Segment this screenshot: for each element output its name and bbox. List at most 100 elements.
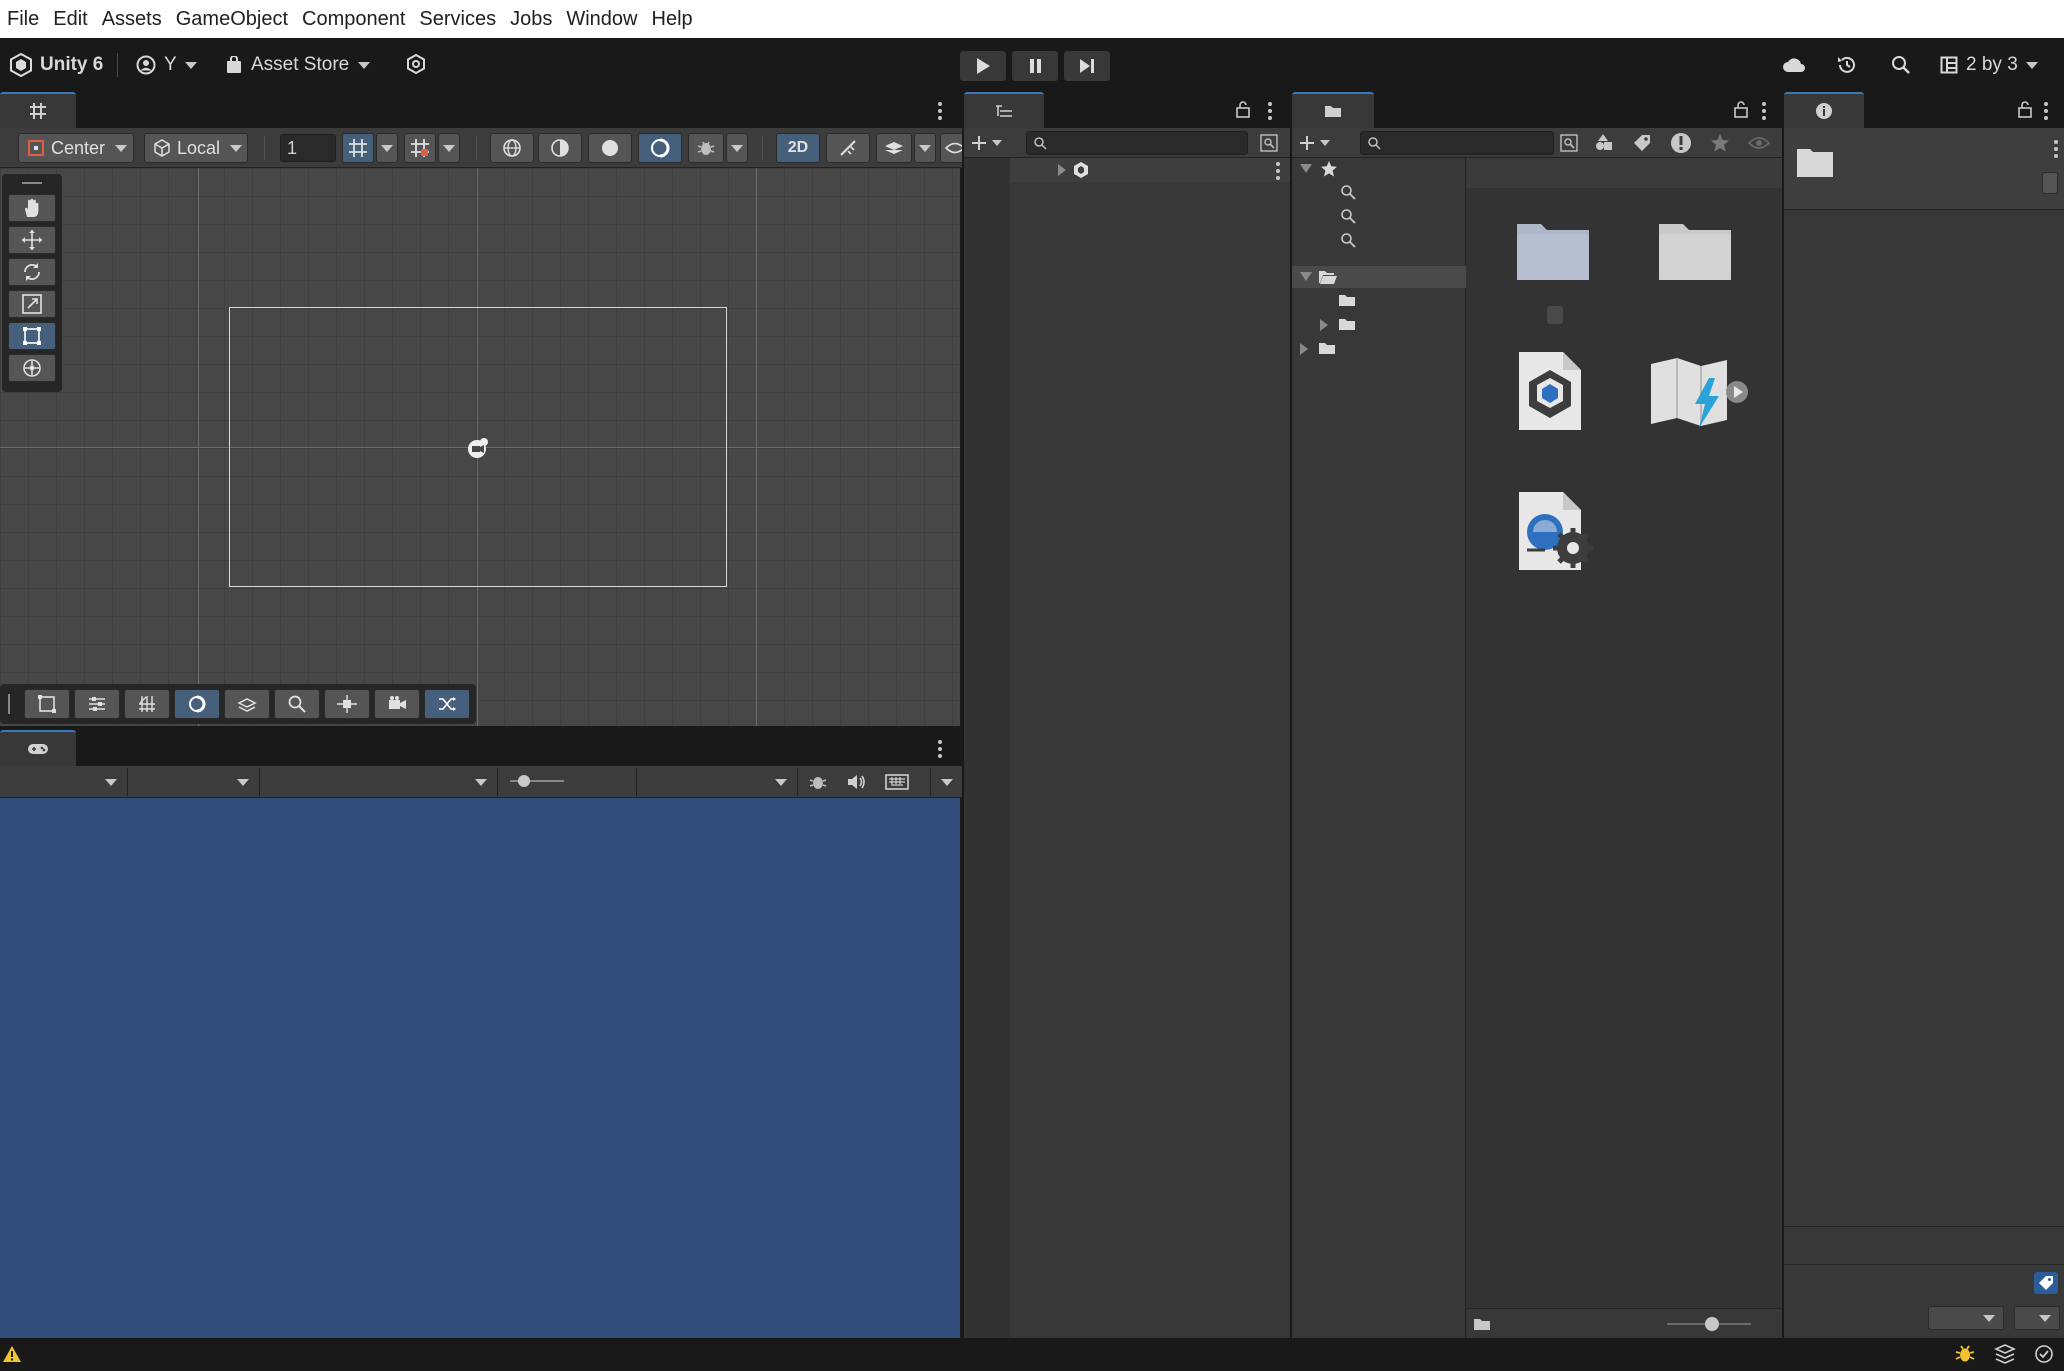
warning-icon[interactable] xyxy=(2,1345,22,1363)
menu-jobs[interactable]: Jobs xyxy=(503,0,559,38)
kebab-menu-icon[interactable] xyxy=(1762,102,1766,123)
tab-hierarchy[interactable] xyxy=(964,92,1044,128)
game-viewport[interactable] xyxy=(0,798,960,1338)
history-icon[interactable] xyxy=(1834,52,1860,78)
play-button[interactable] xyxy=(960,51,1006,81)
shaded-wireframe-button[interactable] xyxy=(538,133,582,163)
folder-asset-icon[interactable] xyxy=(1657,220,1733,282)
pivot-dropdown[interactable]: Center xyxy=(18,133,134,163)
increment-snap-dropdown[interactable] xyxy=(438,133,460,163)
scene-asset-icon[interactable] xyxy=(1515,348,1585,434)
overlay-snap-button[interactable] xyxy=(224,689,270,719)
shaded-button[interactable] xyxy=(588,133,632,163)
effects-button[interactable] xyxy=(876,133,912,163)
create-dropdown[interactable] xyxy=(970,132,1010,154)
overlay-camera-button[interactable] xyxy=(374,689,420,719)
packages-folder-icon[interactable] xyxy=(1318,341,1336,355)
debug-draw-button[interactable] xyxy=(688,133,724,163)
asset-variant-dropdown[interactable] xyxy=(2014,1306,2060,1330)
account-dropdown[interactable]: Y xyxy=(136,50,197,80)
rect-tool-button[interactable] xyxy=(8,322,56,350)
unlit-button[interactable] xyxy=(638,133,682,163)
project-create-dropdown[interactable] xyxy=(1298,132,1338,154)
progress-check-icon[interactable] xyxy=(2034,1344,2054,1364)
asset-store-dropdown[interactable]: Asset Store xyxy=(226,50,371,80)
kebab-menu-icon[interactable] xyxy=(938,102,942,123)
expand-arrow-icon[interactable] xyxy=(1300,343,1308,355)
menu-edit[interactable]: Edit xyxy=(46,0,94,38)
menu-file[interactable]: File xyxy=(0,0,46,38)
kebab-menu-icon[interactable] xyxy=(2054,140,2058,161)
favorite-star-icon[interactable] xyxy=(1710,133,1730,153)
collapse-arrow-icon[interactable] xyxy=(1300,164,1312,173)
lock-icon[interactable] xyxy=(2018,100,2032,118)
hand-tool-button[interactable] xyxy=(8,194,56,222)
favorite-search-icon[interactable] xyxy=(1340,232,1356,248)
overlay-drag-handle[interactable] xyxy=(22,182,42,184)
asset-bundle-dropdown[interactable] xyxy=(1928,1306,2004,1330)
favorites-star-icon[interactable] xyxy=(1320,160,1338,178)
move-tool-button[interactable] xyxy=(8,226,56,254)
tree-row-assets[interactable] xyxy=(1292,266,1466,288)
render-pipeline-asset-icon[interactable] xyxy=(1647,354,1751,436)
debug-draw-dropdown[interactable] xyxy=(726,133,748,163)
menu-component[interactable]: Component xyxy=(295,0,412,38)
project-search-input[interactable] xyxy=(1360,131,1554,155)
lock-icon[interactable] xyxy=(1734,100,1748,118)
open-button[interactable] xyxy=(2042,172,2058,194)
cloud-icon[interactable] xyxy=(1780,52,1808,78)
space-dropdown[interactable]: Local xyxy=(144,133,248,163)
audio-icon[interactable] xyxy=(845,770,869,794)
favorite-search-icon[interactable] xyxy=(1340,208,1356,224)
menu-help[interactable]: Help xyxy=(645,0,700,38)
overlay-drag-handle[interactable] xyxy=(8,694,10,714)
overlay-shuffle-button[interactable] xyxy=(424,689,470,719)
scene-viewport[interactable] xyxy=(0,168,960,726)
grid-size-field[interactable]: 1 xyxy=(280,134,336,162)
filter-by-type-icon[interactable] xyxy=(1594,133,1614,153)
play-focus-dropdown[interactable] xyxy=(636,768,798,796)
tab-inspector[interactable] xyxy=(1784,92,1864,128)
gizmos-dropdown[interactable] xyxy=(930,768,962,796)
menu-assets[interactable]: Assets xyxy=(95,0,169,38)
folder-icon[interactable] xyxy=(1338,317,1356,331)
overlay-grid-button[interactable] xyxy=(124,689,170,719)
menu-gameobject[interactable]: GameObject xyxy=(169,0,295,38)
lighting-toggle-button[interactable] xyxy=(826,133,870,163)
increment-snap-button[interactable] xyxy=(404,133,436,163)
search-icon[interactable] xyxy=(1888,52,1914,78)
kebab-menu-icon[interactable] xyxy=(938,740,942,761)
effects-dropdown[interactable] xyxy=(914,133,936,163)
step-button[interactable] xyxy=(1064,51,1110,81)
tab-scene[interactable] xyxy=(0,92,76,128)
render-layers-icon[interactable] xyxy=(1994,1343,2016,1365)
favorite-search-icon[interactable] xyxy=(1340,184,1356,200)
folder-asset-icon[interactable] xyxy=(1515,220,1591,282)
wireframe-shading-button[interactable] xyxy=(490,133,534,163)
tab-project[interactable] xyxy=(1292,92,1374,128)
debug-mode-bug-icon[interactable] xyxy=(1954,1343,1976,1365)
settings-asset-icon[interactable] xyxy=(1515,488,1597,574)
transform-tool-button[interactable] xyxy=(8,354,56,382)
kebab-menu-icon[interactable] xyxy=(1276,162,1280,183)
overlay-circle-button[interactable] xyxy=(174,689,220,719)
overlay-rect-button[interactable] xyxy=(24,689,70,719)
scene-visibility-button[interactable] xyxy=(940,133,962,163)
mode-2d-button[interactable]: 2D xyxy=(776,133,820,163)
collapse-arrow-icon[interactable] xyxy=(1300,272,1312,281)
hidden-packages-eye-icon[interactable] xyxy=(1748,135,1770,151)
folder-icon[interactable] xyxy=(1338,293,1356,307)
hierarchy-search-input[interactable] xyxy=(1026,131,1248,155)
overlay-align-button[interactable] xyxy=(74,689,120,719)
lock-icon[interactable] xyxy=(1236,100,1250,118)
search-options-icon[interactable] xyxy=(1560,134,1578,152)
filter-by-label-icon[interactable] xyxy=(1632,133,1652,153)
icon-size-slider-handle[interactable] xyxy=(1705,1317,1719,1331)
menu-window[interactable]: Window xyxy=(559,0,644,38)
camera-gizmo-icon[interactable] xyxy=(464,434,492,462)
rotate-tool-button[interactable] xyxy=(8,258,56,286)
grid-snap-dropdown[interactable] xyxy=(376,133,398,163)
tab-game[interactable] xyxy=(0,730,76,766)
search-options-icon[interactable] xyxy=(1260,134,1278,152)
scale-tool-button[interactable] xyxy=(8,290,56,318)
